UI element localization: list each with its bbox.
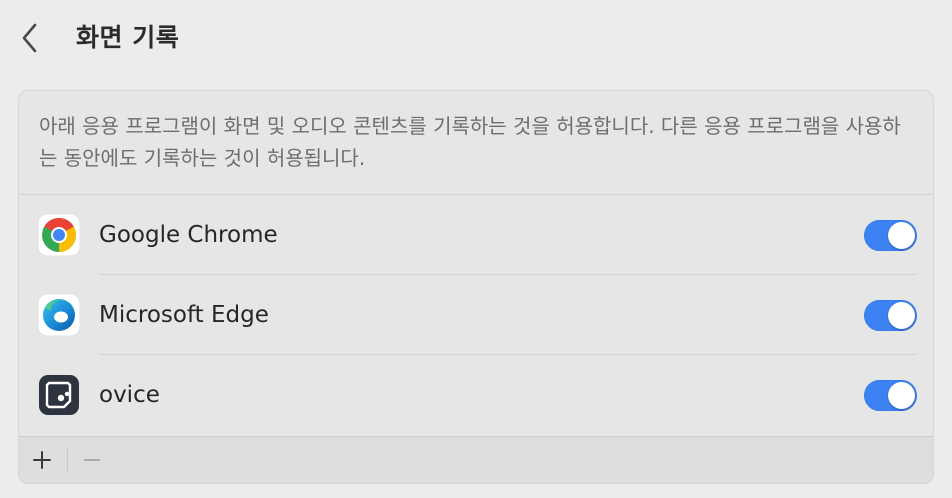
page-title: 화면 기록: [76, 23, 180, 52]
app-row-google-chrome[interactable]: Google Chrome: [19, 195, 933, 275]
app-name: Microsoft Edge: [99, 302, 269, 328]
add-app-button[interactable]: [27, 446, 57, 474]
microsoft-edge-icon: [37, 293, 81, 337]
app-permissions-panel: 아래 응용 프로그램이 화면 및 오디오 콘텐츠를 기록하는 것을 허용합니다.…: [18, 90, 934, 484]
ovice-icon: [37, 373, 81, 417]
remove-app-button[interactable]: [77, 446, 107, 474]
app-list: Google Chrome Microsoft Edge ovice: [19, 195, 933, 435]
plus-icon: [33, 451, 51, 469]
app-name: ovice: [99, 382, 160, 408]
ovice-toggle[interactable]: [864, 380, 917, 411]
toggle-knob: [888, 222, 915, 249]
toggle-knob: [888, 302, 915, 329]
google-chrome-icon: [37, 213, 81, 257]
permission-description: 아래 응용 프로그램이 화면 및 오디오 콘텐츠를 기록하는 것을 허용합니다.…: [19, 91, 933, 195]
app-row-ovice[interactable]: ovice: [19, 355, 933, 435]
minus-icon: [84, 459, 100, 461]
app-name: Google Chrome: [99, 222, 278, 248]
list-footer-toolbar: [19, 436, 933, 483]
chevron-left-icon: [22, 23, 37, 53]
google-chrome-toggle[interactable]: [864, 220, 917, 251]
screen-recording-settings-page: 화면 기록 아래 응용 프로그램이 화면 및 오디오 콘텐츠를 기록하는 것을 …: [0, 0, 952, 498]
back-button[interactable]: [12, 18, 48, 58]
microsoft-edge-toggle[interactable]: [864, 300, 917, 331]
app-row-microsoft-edge[interactable]: Microsoft Edge: [19, 275, 933, 355]
toggle-knob: [888, 382, 915, 409]
footer-divider: [67, 447, 68, 473]
header: 화면 기록: [0, 0, 952, 76]
